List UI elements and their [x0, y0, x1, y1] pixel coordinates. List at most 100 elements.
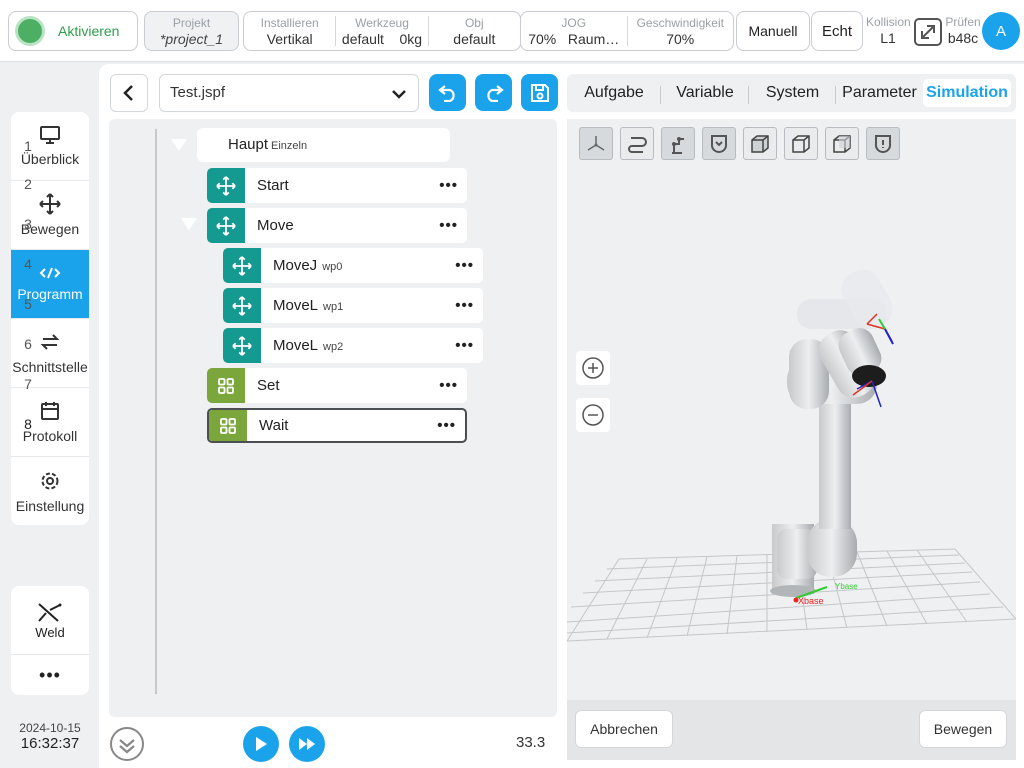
- node-more-button[interactable]: •••: [455, 257, 474, 274]
- clock: 2024-10-15 16:32:37: [8, 721, 92, 752]
- code-icon: [39, 267, 61, 279]
- move-icon: [207, 168, 245, 203]
- simulation-viewport[interactable]: Xbase Ybase: [567, 119, 1016, 717]
- chevron-down-icon: [392, 90, 406, 99]
- line-number: 1: [24, 138, 32, 154]
- chevron-left-icon: [123, 85, 133, 101]
- node-label: Wait: [259, 417, 289, 434]
- collapse-triangle-icon[interactable]: [181, 218, 197, 230]
- right-tabs: Aufgabe Variable System Parameter Simula…: [567, 74, 1016, 112]
- user-avatar[interactable]: A: [982, 12, 1020, 50]
- node-label: MoveL: [273, 337, 319, 354]
- node-label: Start: [257, 177, 289, 194]
- shield-icon[interactable]: [702, 127, 736, 160]
- tab-variable[interactable]: Variable: [661, 84, 749, 104]
- obj-cell[interactable]: Obj default: [429, 16, 520, 47]
- cube-view-front-icon[interactable]: [743, 127, 777, 160]
- root-label: Haupt: [228, 136, 269, 153]
- tree-gutter-line: [155, 129, 157, 694]
- grid-icon: [209, 410, 247, 441]
- speed-value: 70%: [666, 31, 695, 47]
- safety-shield-icon[interactable]: [866, 127, 900, 160]
- zoom-out-icon: [582, 404, 604, 426]
- installation-panel[interactable]: Installieren Vertikal Werkzeug default 0…: [243, 11, 521, 51]
- expand-icon[interactable]: [913, 17, 943, 47]
- node-more-button[interactable]: •••: [455, 297, 474, 314]
- tree-node-movel[interactable]: MoveL wp2 •••: [223, 328, 483, 363]
- swap-icon: [40, 334, 60, 350]
- redo-icon: [486, 84, 504, 102]
- save-button[interactable]: [521, 74, 558, 111]
- move-button[interactable]: Bewegen: [919, 710, 1007, 748]
- activate-label: Aktivieren: [58, 23, 120, 39]
- back-button[interactable]: [110, 74, 148, 112]
- tree-node-move[interactable]: Move •••: [207, 208, 467, 243]
- jog-panel[interactable]: JOG 70% Raum… Geschwindigkeit 70%: [520, 11, 734, 51]
- obj-value: default: [453, 31, 496, 47]
- node-more-button[interactable]: •••: [439, 217, 458, 234]
- manual-mode-button[interactable]: Manuell: [736, 11, 810, 51]
- jog-value: 70% Raum…: [528, 31, 620, 47]
- speed-label: Geschwindigkeit: [636, 16, 724, 30]
- move-icon: [223, 328, 261, 363]
- cube-view-top-icon[interactable]: [825, 127, 859, 160]
- cancel-button[interactable]: Abbrechen: [575, 710, 673, 748]
- y-axis-label: Ybase: [835, 582, 858, 591]
- node-more-button[interactable]: •••: [439, 177, 458, 194]
- tool-cell[interactable]: Werkzeug default 0kg: [336, 16, 429, 47]
- sidebar-item-weld[interactable]: Weld: [11, 586, 89, 655]
- collision-value: L1: [880, 30, 896, 46]
- node-more-button[interactable]: •••: [437, 417, 456, 434]
- file-name: Test.jspf: [170, 84, 226, 101]
- zoom-out-button[interactable]: [576, 398, 610, 432]
- path-icon[interactable]: [620, 127, 654, 160]
- tab-simulation[interactable]: Simulation: [923, 79, 1011, 107]
- project-selector[interactable]: Projekt *project_1: [144, 11, 239, 51]
- cube-view-side-icon[interactable]: [784, 127, 818, 160]
- view-axes-icon[interactable]: [579, 127, 613, 160]
- install-cell[interactable]: Installieren Vertikal: [244, 16, 337, 47]
- fast-forward-button[interactable]: [289, 726, 325, 762]
- line-number: 8: [24, 416, 32, 432]
- x-axis-label: Xbase: [798, 596, 824, 606]
- line-number: 2: [24, 176, 32, 192]
- real-mode-button[interactable]: Echt: [811, 11, 863, 51]
- install-label: Installieren: [260, 16, 319, 30]
- move-icon: [223, 288, 261, 323]
- play-button[interactable]: [243, 726, 279, 762]
- tree-node-start[interactable]: Start •••: [207, 168, 467, 203]
- tree-node-set[interactable]: Set •••: [207, 368, 467, 403]
- tree-node-wait[interactable]: Wait •••: [207, 408, 467, 443]
- tab-system[interactable]: System: [749, 84, 836, 104]
- node-more-button[interactable]: •••: [455, 337, 474, 354]
- collapse-triangle-icon[interactable]: [171, 139, 187, 151]
- tree-node-movel[interactable]: MoveL wp1 •••: [223, 288, 483, 323]
- zoom-in-button[interactable]: [576, 351, 610, 385]
- tab-aufgabe[interactable]: Aufgabe: [567, 84, 661, 104]
- node-label: Move: [257, 217, 294, 234]
- play-icon: [256, 737, 267, 751]
- jog-cell[interactable]: JOG 70% Raum…: [521, 16, 628, 47]
- tree-node-movej[interactable]: MoveJ wp0 •••: [223, 248, 483, 283]
- collision-level[interactable]: Kollision L1: [866, 15, 911, 47]
- robot-view-icon[interactable]: [661, 127, 695, 160]
- gear-icon: [41, 472, 59, 489]
- node-label: Set: [257, 377, 280, 394]
- sidebar-more-button[interactable]: •••: [11, 655, 89, 695]
- project-label: Projekt: [172, 16, 211, 30]
- calendar-icon: [41, 402, 59, 420]
- sidebar-item-settings[interactable]: Einstellung: [11, 457, 89, 525]
- tree-root-node[interactable]: Haupt Einzeln: [197, 128, 450, 162]
- activate-button[interactable]: Aktivieren: [8, 11, 138, 51]
- project-value: *project_1: [159, 31, 224, 47]
- clock-date: 2024-10-15: [19, 721, 81, 735]
- redo-button[interactable]: [475, 74, 512, 111]
- undo-button[interactable]: [429, 74, 466, 111]
- file-dropdown[interactable]: Test.jspf: [159, 74, 419, 112]
- node-sublabel: wp0: [322, 261, 343, 273]
- node-more-button[interactable]: •••: [439, 377, 458, 394]
- speed-cell[interactable]: Geschwindigkeit 70%: [628, 16, 734, 47]
- step-down-button[interactable]: [109, 726, 145, 767]
- sidebar-item-label: Schnittstelle: [12, 359, 88, 375]
- tab-parameter[interactable]: Parameter: [836, 84, 923, 102]
